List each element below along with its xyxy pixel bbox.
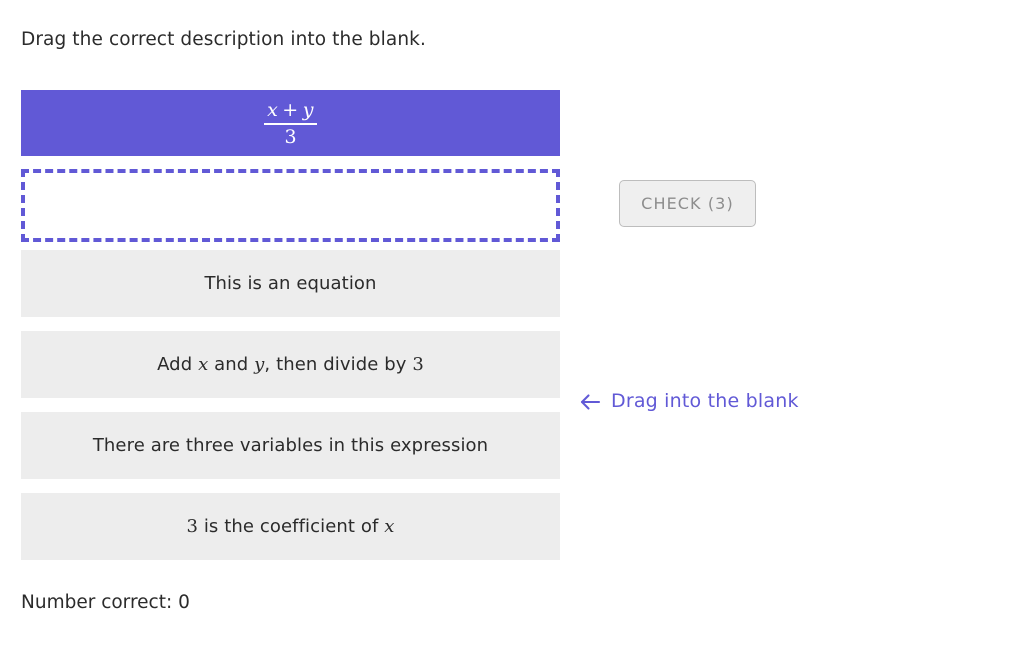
score-text: Number correct: 0 xyxy=(21,592,190,613)
option-item-2[interactable]: Add x and y, then divide by 3 xyxy=(21,331,560,398)
option-label-1: This is an equation xyxy=(204,273,376,294)
numerator-right-variable: y xyxy=(302,99,314,122)
drag-hint: Drag into the blank xyxy=(578,389,799,413)
option-2-math-3: y xyxy=(254,354,265,375)
check-button[interactable]: CHECK (3) xyxy=(619,180,756,227)
option-2-text-4: , then divide by xyxy=(264,354,413,375)
drag-hint-label: Drag into the blank xyxy=(611,390,799,412)
option-2-math-5: 3 xyxy=(412,354,424,375)
numerator-operator: + xyxy=(282,99,299,122)
expression-card: x + y 3 xyxy=(21,90,560,156)
exercise-column: x + y 3 This is an equation Add x and y, t… xyxy=(21,90,560,560)
option-item-3[interactable]: There are three variables in this expres… xyxy=(21,412,560,479)
numerator-left-variable: x xyxy=(267,99,279,122)
instruction-text: Drag the correct description into the bl… xyxy=(21,29,426,50)
option-label-3: There are three variables in this expres… xyxy=(93,435,488,456)
blank-drop-zone[interactable] xyxy=(21,169,560,242)
option-label-2: Add x and y, then divide by 3 xyxy=(157,354,424,375)
options-list: This is an equation Add x and y, then di… xyxy=(21,250,560,560)
arrow-left-icon xyxy=(578,390,602,414)
option-2-math-1: x xyxy=(198,354,209,375)
exercise-page: Drag the correct description into the bl… xyxy=(0,0,1032,645)
option-item-4[interactable]: 3 is the coefficient of x xyxy=(21,493,560,560)
fraction-expression: x + y 3 xyxy=(264,101,317,147)
option-2-text-0: Add xyxy=(157,354,199,375)
fraction-denominator: 3 xyxy=(284,125,297,148)
option-item-1[interactable]: This is an equation xyxy=(21,250,560,317)
option-4-math-0: 3 xyxy=(186,516,198,537)
fraction-numerator: x + y xyxy=(264,101,317,123)
option-4-text-1: is the coefficient of xyxy=(198,516,385,537)
option-label-4: 3 is the coefficient of x xyxy=(186,516,394,537)
option-3-text-0: There are three variables in this expres… xyxy=(92,435,489,456)
option-4-math-2: x xyxy=(384,516,395,537)
option-2-text-2: and xyxy=(208,354,255,375)
option-1-text-0: This is an equation xyxy=(204,273,377,294)
